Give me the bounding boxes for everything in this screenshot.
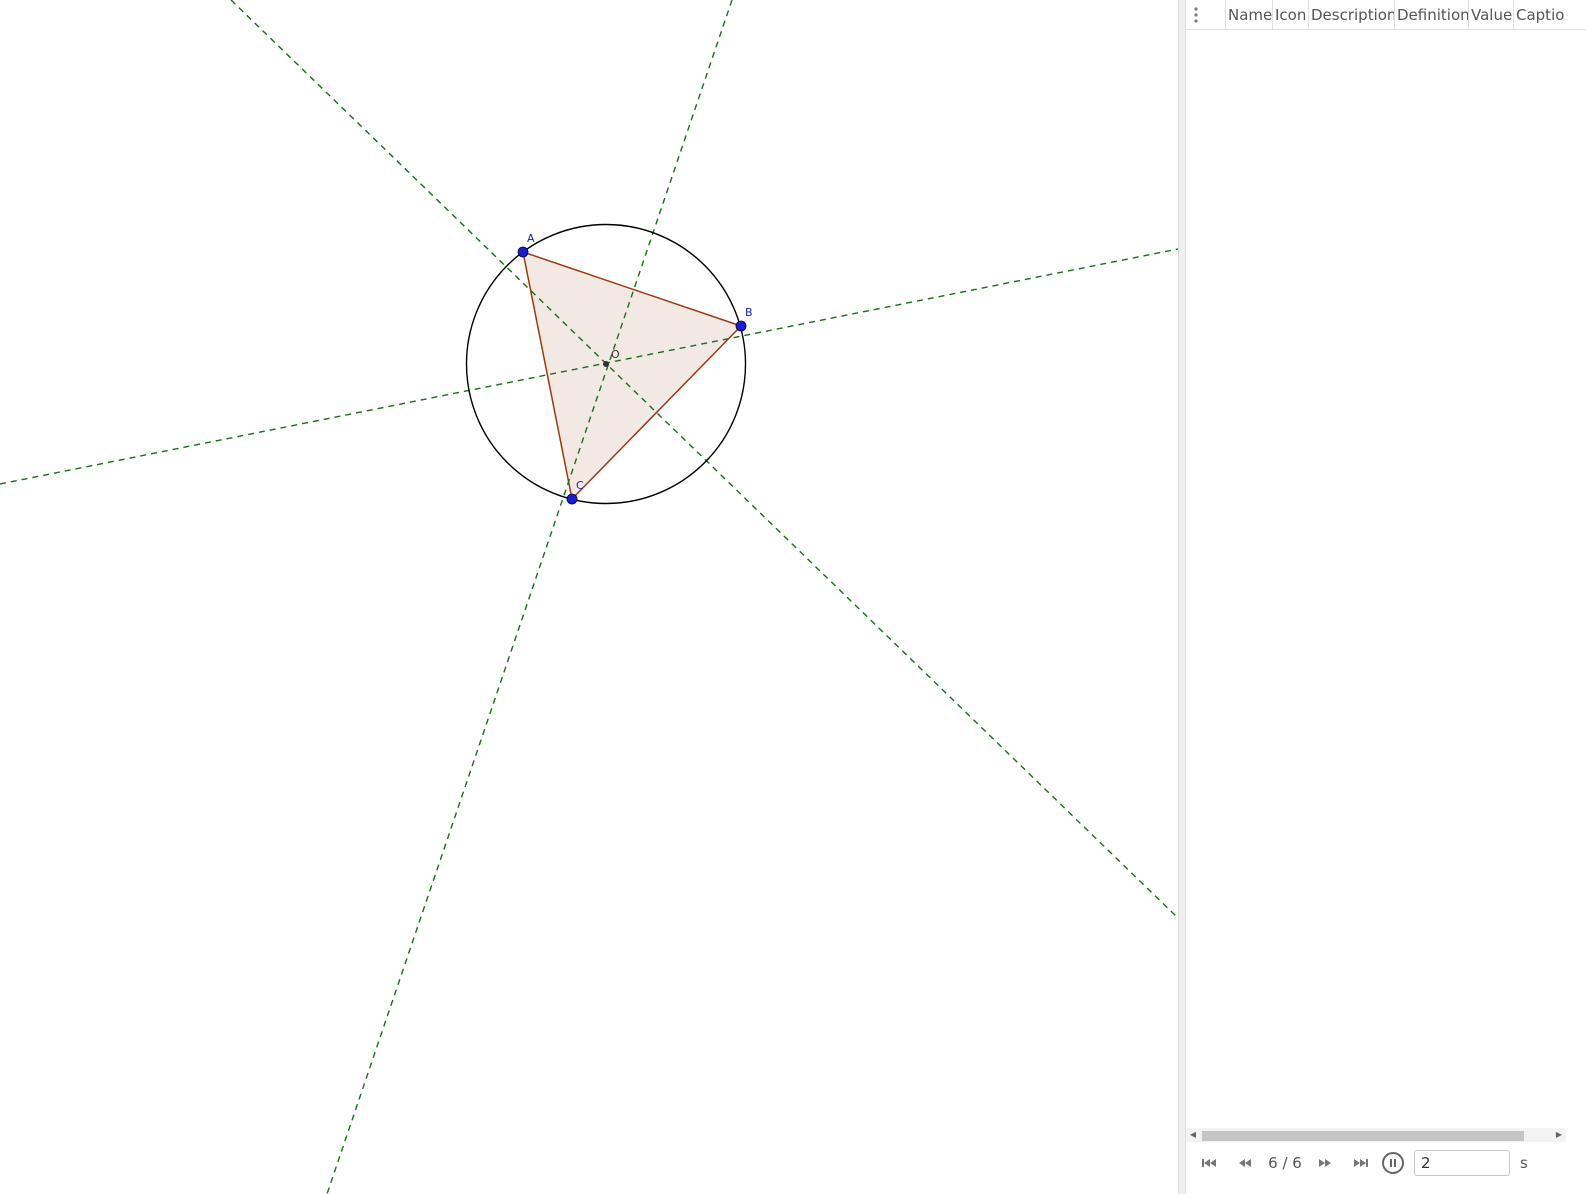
perpendicular-bisector-ab[interactable]: [326, 0, 733, 1194]
column-header-icon[interactable]: Icon: [1273, 0, 1309, 29]
vertical-dots-icon[interactable]: [1186, 0, 1226, 29]
scroll-right-arrow-icon[interactable]: ▶: [1552, 1128, 1566, 1142]
point-b-label: B: [745, 306, 753, 319]
step-counter: 6 / 6: [1268, 1154, 1302, 1172]
graphics-view[interactable]: O A B C: [0, 0, 1178, 1194]
column-header-value-label: Value: [1471, 5, 1513, 24]
column-header-definition-label: Definition: [1397, 5, 1469, 24]
point-c-label: C: [576, 479, 584, 492]
perpendicular-bisector-bc[interactable]: [230, 0, 1178, 919]
rewind-icon[interactable]: [1230, 1151, 1260, 1175]
fast-forward-icon[interactable]: [1310, 1151, 1340, 1175]
construction-protocol-header: Name Icon Description Definition Value C…: [1186, 0, 1586, 30]
construction-protocol-panel: Name Icon Description Definition Value C…: [1186, 0, 1586, 1194]
horizontal-scrollbar[interactable]: ◀ ▶: [1186, 1128, 1566, 1142]
point-b[interactable]: [735, 320, 747, 332]
point-a-label: A: [527, 232, 535, 245]
point-a[interactable]: [517, 246, 529, 258]
skip-to-end-icon[interactable]: [1346, 1151, 1376, 1175]
column-header-definition[interactable]: Definition: [1395, 0, 1469, 29]
skip-to-start-icon[interactable]: [1194, 1151, 1224, 1175]
column-header-caption-label: Captio: [1516, 5, 1565, 24]
speed-input[interactable]: [1414, 1150, 1510, 1176]
point-o[interactable]: [603, 361, 609, 367]
column-header-icon-label: Icon: [1275, 5, 1307, 24]
point-o-label: O: [611, 348, 620, 361]
geogebra-window: O A B C Name Icon Description Definition…: [0, 0, 1586, 1194]
point-c[interactable]: [566, 493, 578, 505]
construction-navigation-bar: 6 / 6 s: [1186, 1146, 1586, 1180]
geometry-canvas[interactable]: O A B C: [0, 0, 1178, 1194]
column-header-value[interactable]: Value: [1469, 0, 1514, 29]
column-header-name-label: Name: [1228, 5, 1273, 24]
scroll-left-arrow-icon[interactable]: ◀: [1186, 1128, 1200, 1142]
pause-icon[interactable]: [1382, 1152, 1404, 1174]
speed-unit-label: s: [1520, 1154, 1528, 1172]
column-header-name[interactable]: Name: [1226, 0, 1273, 29]
column-header-description[interactable]: Description: [1309, 0, 1395, 29]
column-header-caption[interactable]: Captio: [1514, 0, 1586, 29]
scrollbar-thumb[interactable]: [1202, 1131, 1524, 1141]
column-header-description-label: Description: [1311, 5, 1395, 24]
construction-protocol-table[interactable]: [1186, 30, 1586, 1126]
panel-divider[interactable]: [1178, 0, 1186, 1194]
